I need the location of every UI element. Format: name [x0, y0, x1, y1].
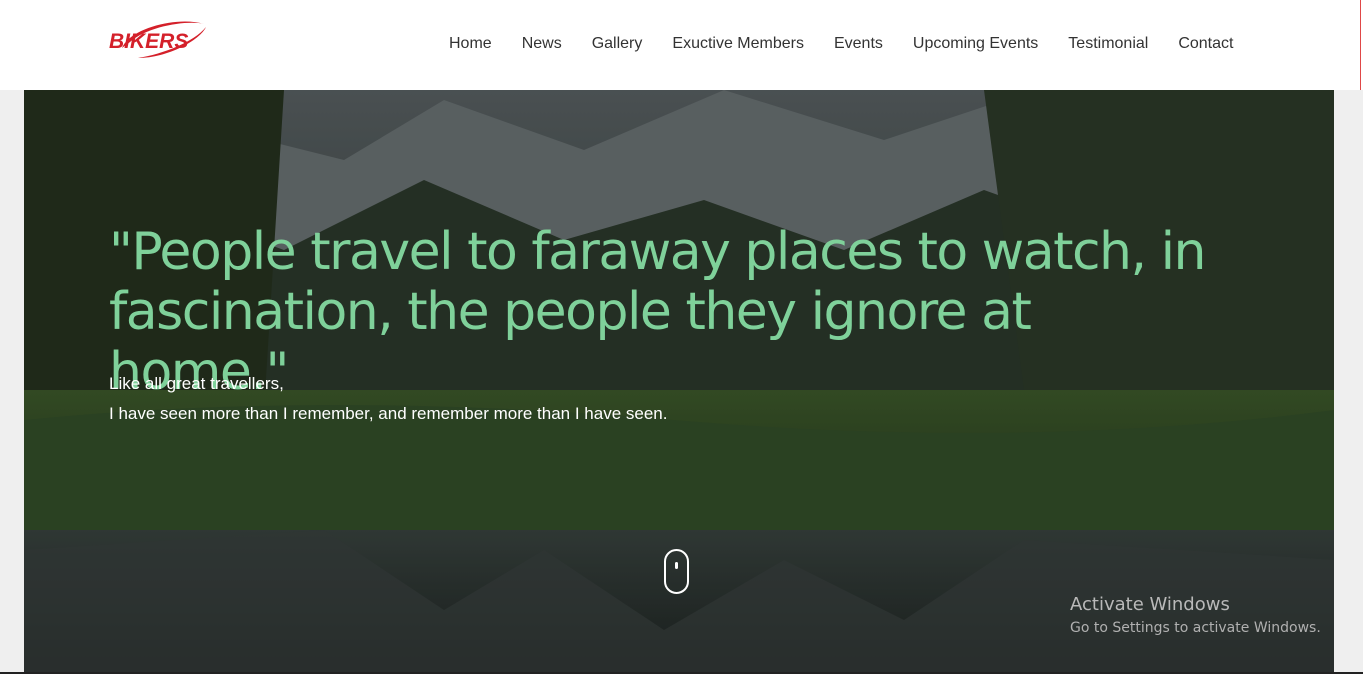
activate-windows-title: Activate Windows [1070, 594, 1230, 615]
nav-home[interactable]: Home [449, 34, 492, 56]
nav-executive-members[interactable]: Exuctive Members [672, 34, 804, 56]
svg-text:BIKERS: BIKERS [109, 30, 188, 53]
mouse-scroll-icon[interactable] [664, 549, 689, 594]
nav-upcoming-events[interactable]: Upcoming Events [913, 34, 1038, 56]
header-edge-line [1360, 0, 1361, 90]
nav-events[interactable]: Events [834, 34, 883, 56]
activate-windows-subtitle: Go to Settings to activate Windows. [1070, 620, 1321, 636]
nav-contact[interactable]: Contact [1178, 34, 1233, 56]
hero-subtitle: Like all great travellers, I have seen m… [109, 369, 909, 429]
mouse-wheel-dot [675, 562, 678, 569]
hero-banner: "People travel to faraway places to watc… [24, 90, 1334, 673]
hero-subtitle-line-1: Like all great travellers, [109, 374, 284, 393]
nav-news[interactable]: News [522, 34, 562, 56]
hero-subtitle-line-2: I have seen more than I remember, and re… [109, 404, 668, 423]
main-nav: Home News Gallery Exuctive Members Event… [449, 34, 1233, 56]
bikers-logo[interactable]: BIKERS [108, 18, 212, 62]
activate-windows-watermark: Activate Windows Go to Settings to activ… [1070, 594, 1321, 638]
nav-gallery[interactable]: Gallery [592, 34, 643, 56]
site-header: BIKERS Home News Gallery Exuctive Member… [0, 0, 1363, 90]
nav-testimonial[interactable]: Testimonial [1068, 34, 1148, 56]
